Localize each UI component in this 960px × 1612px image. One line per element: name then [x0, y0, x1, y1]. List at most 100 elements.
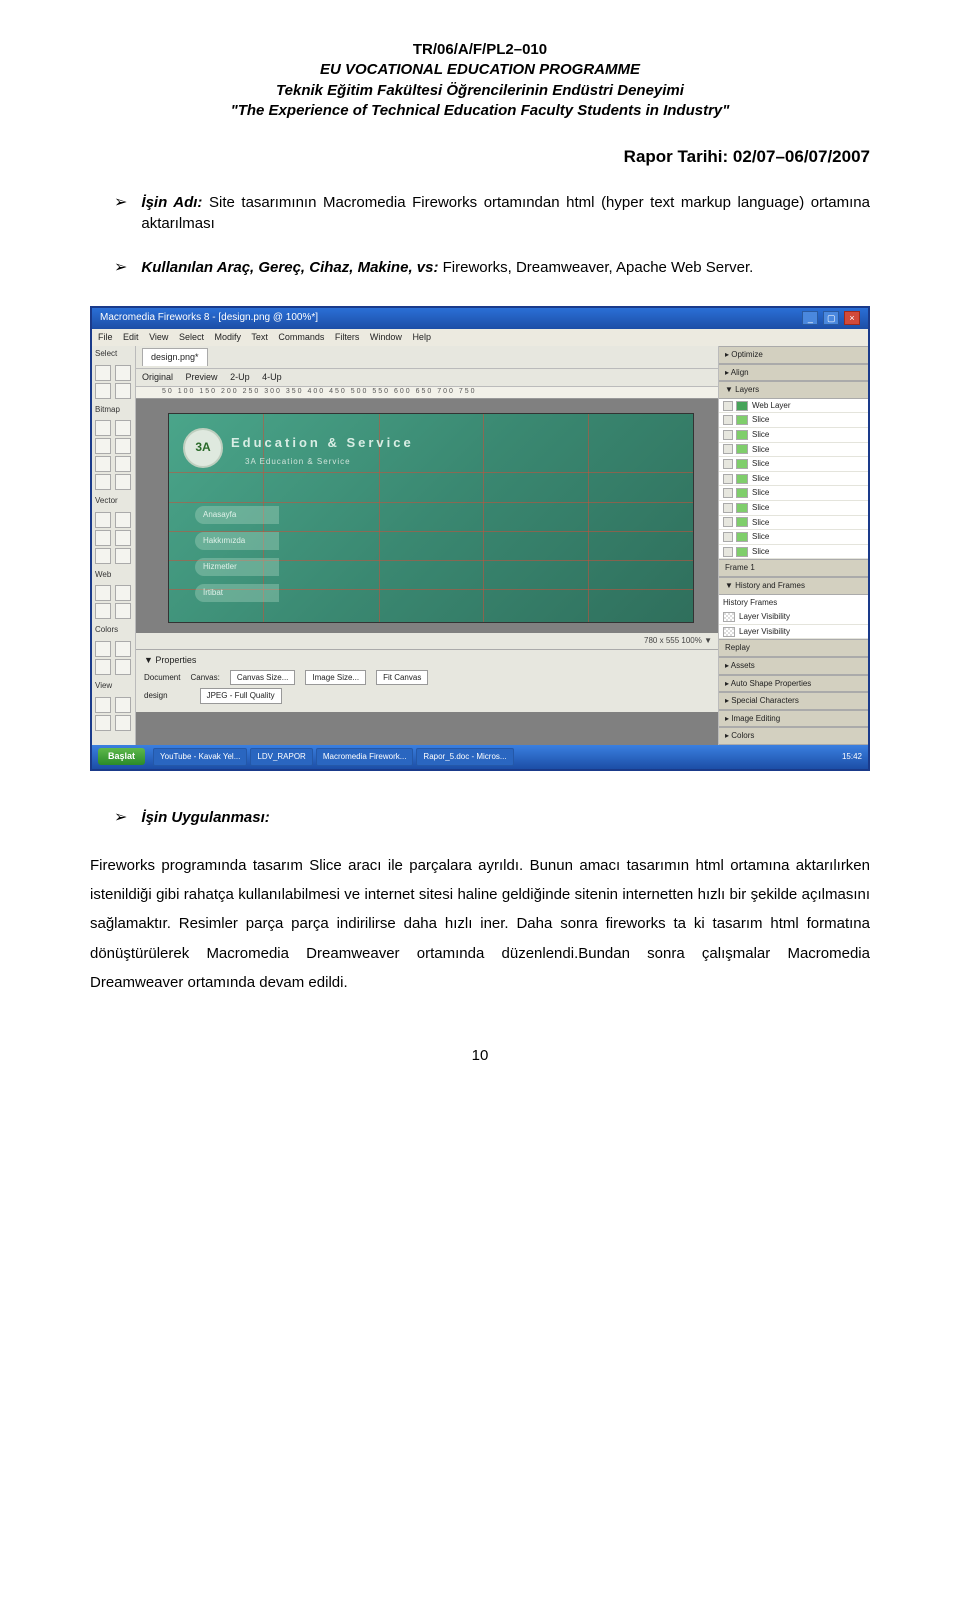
visibility-icon[interactable]: [723, 532, 733, 542]
taskbar-item[interactable]: Macromedia Firework...: [316, 748, 414, 766]
layer-row[interactable]: Slice: [719, 501, 868, 516]
panel-colors[interactable]: ▸ Colors: [719, 727, 868, 745]
tool-swatch[interactable]: [95, 603, 111, 619]
maximize-icon[interactable]: ▢: [823, 311, 839, 325]
fit-canvas-button[interactable]: Fit Canvas: [376, 670, 428, 686]
tool-swatch[interactable]: [95, 474, 111, 490]
tool-swatch[interactable]: [115, 548, 131, 564]
history-row[interactable]: Layer Visibility: [719, 625, 868, 640]
layer-row[interactable]: Slice: [719, 457, 868, 472]
view-mode[interactable]: Preview: [186, 372, 218, 382]
start-button[interactable]: Başlat: [98, 748, 145, 765]
tool-swatch[interactable]: [95, 715, 111, 731]
canvas-size-button[interactable]: Canvas Size...: [230, 670, 296, 686]
panel-align[interactable]: ▸ Align: [719, 364, 868, 382]
tool-swatch[interactable]: [115, 603, 131, 619]
menu-item[interactable]: Commands: [278, 332, 324, 342]
tool-swatch[interactable]: [95, 456, 111, 472]
menu-item[interactable]: Text: [251, 332, 268, 342]
view-mode[interactable]: 4-Up: [262, 372, 282, 382]
tool-swatch[interactable]: [115, 456, 131, 472]
tool-swatch[interactable]: [115, 697, 131, 713]
taskbar-item[interactable]: LDV_RAPOR: [250, 748, 312, 766]
visibility-icon[interactable]: [723, 474, 733, 484]
panel-special[interactable]: ▸ Special Characters: [719, 692, 868, 710]
menu-item[interactable]: Modify: [214, 332, 241, 342]
view-mode[interactable]: Original: [142, 372, 173, 382]
layer-row[interactable]: Slice: [719, 530, 868, 545]
tool-swatch[interactable]: [115, 383, 131, 399]
panel-assets[interactable]: ▸ Assets: [719, 657, 868, 675]
visibility-icon[interactable]: [723, 503, 733, 513]
canvas-menu-item: Hakkımızda: [195, 532, 279, 550]
tool-swatch[interactable]: [95, 420, 111, 436]
header-line3: "The Experience of Technical Education F…: [90, 101, 870, 121]
menu-item[interactable]: Window: [370, 332, 402, 342]
tool-swatch[interactable]: [95, 697, 111, 713]
tool-swatch[interactable]: [95, 641, 111, 657]
taskbar-item[interactable]: YouTube - Kavak Yel...: [153, 748, 247, 766]
visibility-icon[interactable]: [723, 430, 733, 440]
frames-label[interactable]: Frame 1: [719, 559, 868, 577]
bullet-icon: ➢: [114, 257, 127, 279]
design-canvas[interactable]: 3A Education & Service 3A Education & Se…: [168, 413, 694, 623]
tool-swatch[interactable]: [95, 659, 111, 675]
tool-swatch[interactable]: [115, 438, 131, 454]
tool-swatch[interactable]: [115, 474, 131, 490]
visibility-icon[interactable]: [723, 517, 733, 527]
layer-row[interactable]: Slice: [719, 413, 868, 428]
visibility-icon[interactable]: [723, 488, 733, 498]
panel-autoshape[interactable]: ▸ Auto Shape Properties: [719, 675, 868, 693]
tool-swatch[interactable]: [95, 530, 111, 546]
menu-item[interactable]: File: [98, 332, 113, 342]
tool-swatch[interactable]: [115, 512, 131, 528]
menu-item[interactable]: View: [149, 332, 168, 342]
panel-image-editing[interactable]: ▸ Image Editing: [719, 710, 868, 728]
close-icon[interactable]: ×: [844, 311, 860, 325]
layer-row[interactable]: Slice: [719, 428, 868, 443]
tool-swatch[interactable]: [115, 641, 131, 657]
menu-item[interactable]: Help: [412, 332, 431, 342]
tool-swatch[interactable]: [95, 383, 111, 399]
layer-row[interactable]: Slice: [719, 516, 868, 531]
tool-swatch[interactable]: [115, 365, 131, 381]
layer-row[interactable]: Slice: [719, 486, 868, 501]
replay-button[interactable]: Replay: [719, 639, 868, 657]
tool-swatch[interactable]: [115, 715, 131, 731]
minimize-icon[interactable]: _: [802, 311, 818, 325]
tool-swatch[interactable]: [115, 420, 131, 436]
layer-row[interactable]: Slice: [719, 443, 868, 458]
taskbar-item[interactable]: Rapor_5.doc - Micros...: [416, 748, 513, 766]
properties-title[interactable]: ▼ Properties: [144, 654, 710, 667]
tool-swatch[interactable]: [95, 548, 111, 564]
export-preset[interactable]: JPEG - Full Quality: [200, 688, 282, 704]
panel-optimize[interactable]: ▸ Optimize: [719, 346, 868, 364]
tool-swatch[interactable]: [95, 512, 111, 528]
bullet-text: Kullanılan Araç, Gereç, Cihaz, Makine, v…: [141, 257, 870, 279]
tool-swatch[interactable]: [115, 585, 131, 601]
layer-row[interactable]: Slice: [719, 545, 868, 560]
tool-swatch[interactable]: [95, 585, 111, 601]
tool-swatch[interactable]: [115, 530, 131, 546]
visibility-icon[interactable]: [723, 444, 733, 454]
image-size-button[interactable]: Image Size...: [305, 670, 366, 686]
panel-history[interactable]: ▼ History and Frames: [719, 577, 868, 595]
tool-swatch[interactable]: [115, 659, 131, 675]
view-mode[interactable]: 2-Up: [230, 372, 250, 382]
visibility-icon[interactable]: [723, 547, 733, 557]
visibility-icon[interactable]: [723, 415, 733, 425]
menu-item[interactable]: Select: [179, 332, 204, 342]
tool-swatch[interactable]: [95, 365, 111, 381]
visibility-icon[interactable]: [723, 401, 733, 411]
tool-swatch[interactable]: [95, 438, 111, 454]
menu-item[interactable]: Filters: [335, 332, 360, 342]
menu-item[interactable]: Edit: [123, 332, 139, 342]
layer-row[interactable]: Web Layer: [719, 399, 868, 414]
document-tab[interactable]: design.png*: [142, 348, 208, 366]
panel-layers[interactable]: ▼ Layers: [719, 381, 868, 399]
menubar: File Edit View Select Modify Text Comman…: [92, 329, 868, 346]
taskbar: Başlat YouTube - Kavak Yel... LDV_RAPOR …: [92, 745, 868, 769]
history-row[interactable]: Layer Visibility: [719, 610, 868, 625]
visibility-icon[interactable]: [723, 459, 733, 469]
layer-row[interactable]: Slice: [719, 472, 868, 487]
